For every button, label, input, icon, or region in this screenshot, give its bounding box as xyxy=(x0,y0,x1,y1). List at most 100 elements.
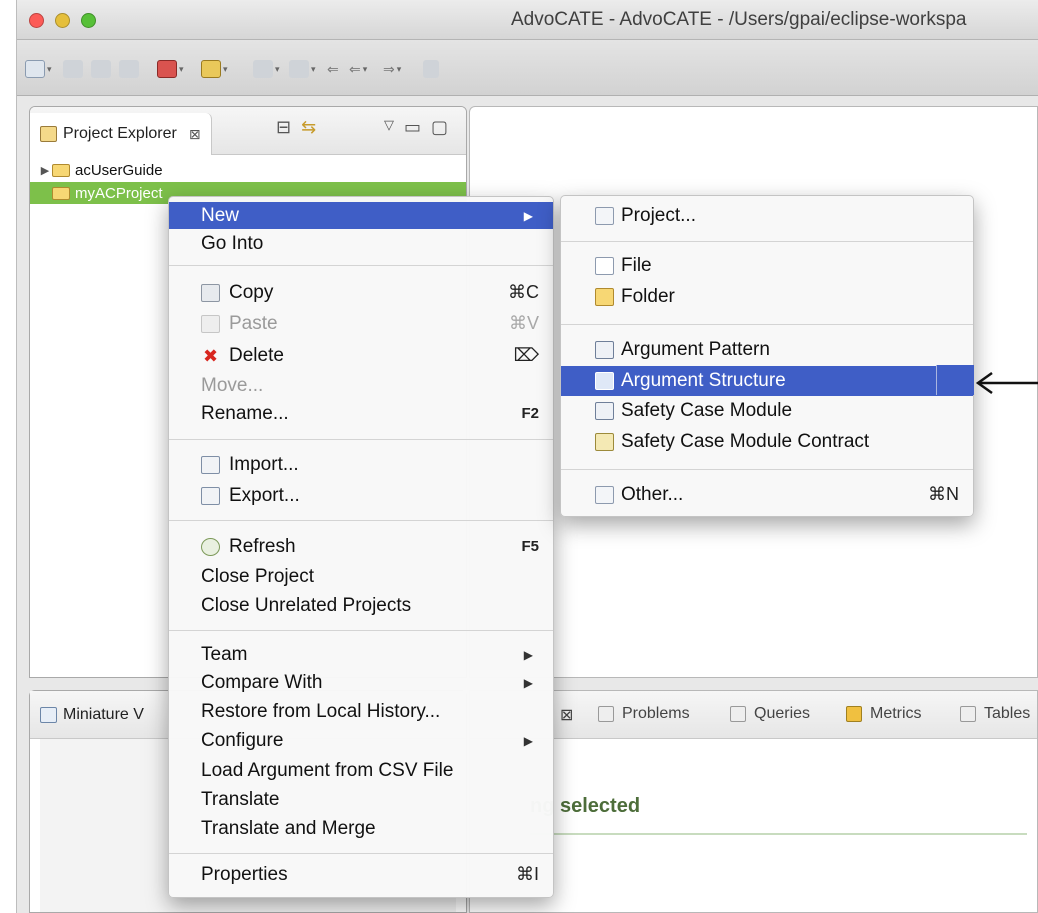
menu-separator xyxy=(169,265,553,266)
view-menu-icon[interactable]: ▽ xyxy=(384,117,394,138)
new-submenu: Project... File Folder Argument Pattern … xyxy=(560,195,974,517)
menu-item-new[interactable]: New ▶ xyxy=(169,202,553,229)
menu-separator xyxy=(561,469,973,470)
menu-item-move[interactable]: Move... xyxy=(169,372,553,399)
pin-editor-button[interactable] xyxy=(423,58,439,80)
link-with-editor-icon[interactable]: ⇆ xyxy=(301,117,316,138)
back-history-icon: ⇐ xyxy=(349,60,361,77)
save-button[interactable] xyxy=(63,58,83,80)
menu-item-argument-pattern[interactable]: Argument Pattern xyxy=(561,336,973,363)
run-button[interactable]: ▾ xyxy=(157,58,184,80)
tab-label: Project Explorer xyxy=(63,125,177,142)
menu-item-safety-case-module[interactable]: Safety Case Module xyxy=(561,397,973,424)
back-arrow-icon: ⇐ xyxy=(327,60,339,77)
menu-item-load-argument-from-csv[interactable]: Load Argument from CSV File xyxy=(169,757,553,784)
next-annotation-button[interactable]: ▾ xyxy=(253,58,280,80)
menu-item-restore-from-local-history[interactable]: Restore from Local History... xyxy=(169,698,553,725)
new-wizard-button[interactable]: ▾ xyxy=(25,58,52,80)
tab-miniature-view[interactable]: Miniature V xyxy=(63,706,144,724)
safety-case-module-icon xyxy=(595,401,614,420)
menu-item-properties[interactable]: Properties ⌘I xyxy=(169,861,553,888)
forward-button[interactable]: ⇒ ▾ xyxy=(383,58,401,80)
import-icon xyxy=(201,455,220,474)
argument-structure-icon xyxy=(595,372,614,390)
menu-item-argument-structure[interactable]: Argument Structure xyxy=(561,366,973,396)
title-bar: AdvoCATE - AdvoCATE - /Users/gpai/eclips… xyxy=(17,0,1038,40)
dropdown-arrow-icon: ▾ xyxy=(179,63,184,74)
close-properties-tab-icon[interactable]: ⊠ xyxy=(560,705,573,725)
menu-separator xyxy=(169,520,553,521)
module-contract-icon xyxy=(595,432,614,451)
menu-separator xyxy=(169,439,553,440)
tab-label: Metrics xyxy=(870,705,922,722)
tools-button[interactable]: ▾ xyxy=(201,58,228,80)
queries-icon xyxy=(730,706,746,722)
main-toolbar: ▾ ▾ ▾ ▾ ▾ ⇐ ⇐ ▾ ⇒ ▾ xyxy=(17,40,1038,96)
menu-item-import[interactable]: Import... xyxy=(169,451,553,478)
pen-icon xyxy=(201,60,221,78)
minimize-window-icon[interactable] xyxy=(55,13,70,28)
next-annotation-icon xyxy=(253,60,273,78)
menu-item-delete[interactable]: ✖ Delete ⌦ xyxy=(169,342,553,369)
close-tab-icon[interactable]: ⊠ xyxy=(189,126,201,143)
new-project-icon xyxy=(595,206,614,225)
save-icon xyxy=(63,60,83,78)
close-window-icon[interactable] xyxy=(29,13,44,28)
dropdown-arrow-icon: ▾ xyxy=(311,63,316,74)
expand-arrow-icon[interactable]: ▶ xyxy=(38,164,52,177)
menu-item-close-unrelated-projects[interactable]: Close Unrelated Projects xyxy=(169,592,553,619)
menu-item-translate[interactable]: Translate xyxy=(169,786,553,813)
menu-item-refresh[interactable]: Refresh F5 xyxy=(169,533,553,560)
maximize-view-icon[interactable]: ▢ xyxy=(431,117,448,138)
tab-project-explorer[interactable]: Project Explorer ⊠ xyxy=(30,113,212,155)
zoom-window-icon[interactable] xyxy=(81,13,96,28)
submenu-arrow-icon: ▶ xyxy=(523,675,533,690)
delete-icon: ✖ xyxy=(202,345,219,366)
tab-metrics[interactable]: Metrics xyxy=(846,705,922,723)
menu-item-safety-case-module-contract[interactable]: Safety Case Module Contract xyxy=(561,428,973,455)
menu-item-copy[interactable]: Copy ⌘C xyxy=(169,279,553,306)
menu-item-new-project[interactable]: Project... xyxy=(561,202,973,229)
tree-item-label: acUserGuide xyxy=(75,161,163,179)
callout-arrow-icon xyxy=(975,371,1038,395)
menu-item-paste[interactable]: Paste ⌘V xyxy=(169,310,553,337)
menu-item-go-into[interactable]: Go Into xyxy=(169,230,553,257)
collapse-all-icon[interactable]: ⊟ xyxy=(276,117,291,138)
dropdown-arrow-icon: ▾ xyxy=(47,63,52,74)
menu-item-team[interactable]: Team ▶ xyxy=(169,641,553,668)
tab-tables[interactable]: Tables xyxy=(960,705,1030,723)
save-all-icon xyxy=(91,60,111,78)
menu-item-export[interactable]: Export... xyxy=(169,482,553,509)
minimize-view-icon[interactable]: ▭ xyxy=(404,117,421,138)
previous-annotation-icon xyxy=(289,60,309,78)
project-explorer-icon xyxy=(40,126,57,142)
menu-item-other[interactable]: Other... ⌘N xyxy=(561,481,973,508)
dropdown-arrow-icon: ▾ xyxy=(396,63,402,74)
save-all-button[interactable] xyxy=(91,58,111,80)
tab-queries[interactable]: Queries xyxy=(730,705,810,723)
divider xyxy=(530,833,1027,835)
tab-label: Queries xyxy=(754,705,811,722)
tree-item-acuserguide[interactable]: ▶ acUserGuide xyxy=(30,159,466,181)
view-toolbar: ⊟ ⇆ xyxy=(276,117,316,138)
view-window-controls: ▽ ▭ ▢ xyxy=(384,117,448,138)
menu-item-new-folder[interactable]: Folder xyxy=(561,283,973,310)
menu-item-configure[interactable]: Configure ▶ xyxy=(169,727,553,754)
tab-problems[interactable]: Problems xyxy=(598,705,690,723)
menu-item-rename[interactable]: Rename... F2 xyxy=(169,400,553,427)
tree-item-label: myACProject xyxy=(75,184,163,202)
back-button[interactable]: ⇐ xyxy=(327,58,339,80)
menu-item-close-project[interactable]: Close Project xyxy=(169,563,553,590)
menu-item-compare-with[interactable]: Compare With ▶ xyxy=(169,669,553,696)
print-icon xyxy=(119,60,139,78)
forward-arrow-icon: ⇒ xyxy=(383,60,395,77)
other-wizard-icon xyxy=(595,485,614,504)
previous-annotation-button[interactable]: ▾ xyxy=(289,58,316,80)
tab-label: Problems xyxy=(622,705,690,722)
back-dropdown-button[interactable]: ⇐ ▾ xyxy=(349,58,367,80)
submenu-arrow-icon: ▶ xyxy=(523,733,533,748)
copy-icon xyxy=(201,283,220,302)
menu-item-new-file[interactable]: File xyxy=(561,252,973,279)
print-button[interactable] xyxy=(119,58,139,80)
menu-item-translate-and-merge[interactable]: Translate and Merge xyxy=(169,815,553,842)
